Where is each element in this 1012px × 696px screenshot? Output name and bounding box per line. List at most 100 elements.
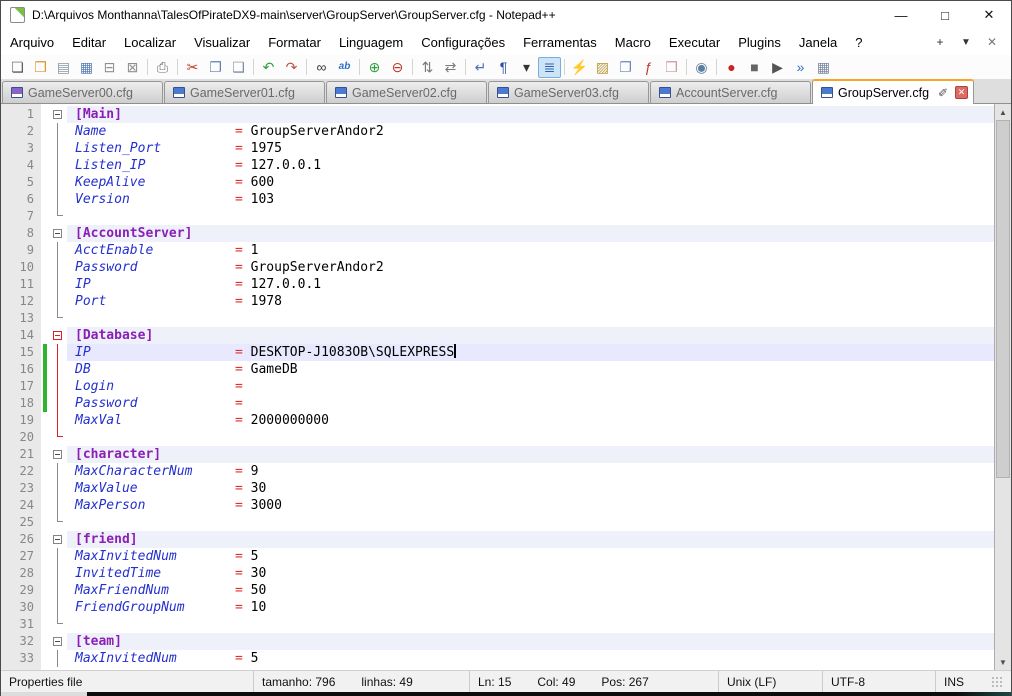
menu-item-plugins[interactable]: Plugins xyxy=(729,29,790,55)
toolbar-button-close[interactable]: ⊟ xyxy=(98,57,121,78)
code-text[interactable]: [Database] xyxy=(67,327,994,344)
code-text[interactable]: Password= xyxy=(67,395,994,412)
menu-item-editar[interactable]: Editar xyxy=(63,29,115,55)
toolbar-button-document-list[interactable]: ❐ xyxy=(614,57,637,78)
toolbar-button-sync-horizontal-scroll[interactable]: ⇄ xyxy=(439,57,462,78)
toolbar-button-indent-guide[interactable]: ≣ xyxy=(538,57,561,78)
menu-item-visualizar[interactable]: Visualizar xyxy=(185,29,259,55)
menu-item-macro[interactable]: Macro xyxy=(606,29,660,55)
toolbar-button-find[interactable]: ∞ xyxy=(310,57,333,78)
scrollbar-thumb[interactable] xyxy=(996,120,1010,478)
maximize-button[interactable]: □ xyxy=(923,1,967,29)
code-text[interactable]: MaxValue= 30 xyxy=(67,480,994,497)
toolbar-button-new-file[interactable]: ❏ xyxy=(6,57,29,78)
tab-list-button[interactable]: ▼ xyxy=(953,37,979,48)
scroll-down-arrow-icon[interactable]: ▼ xyxy=(995,654,1011,670)
fold-collapse-icon[interactable] xyxy=(53,535,62,544)
fold-collapse-icon[interactable] xyxy=(53,229,62,238)
close-document-button[interactable]: ✕ xyxy=(979,35,1005,49)
code-text[interactable]: AcctEnable= 1 xyxy=(67,242,994,259)
tab-gameserver02-cfg[interactable]: GameServer02.cfg xyxy=(326,81,487,103)
fold-collapse-icon[interactable] xyxy=(53,331,62,340)
toolbar-button-show-all-characters[interactable]: ¶ xyxy=(492,57,515,78)
vertical-scrollbar[interactable]: ▲ ▼ xyxy=(994,104,1011,670)
code-text[interactable]: [team] xyxy=(67,633,994,650)
tab-gameserver03-cfg[interactable]: GameServer03.cfg xyxy=(488,81,649,103)
toolbar-button-function-list[interactable]: ƒ xyxy=(637,57,660,78)
toolbar-button-define-language[interactable]: ⚡ xyxy=(568,57,591,78)
code-text[interactable]: Listen_Port= 1975 xyxy=(67,140,994,157)
code-text[interactable] xyxy=(67,208,994,225)
tab-gameserver00-cfg[interactable]: GameServer00.cfg xyxy=(2,81,163,103)
tab-gameserver01-cfg[interactable]: GameServer01.cfg xyxy=(164,81,325,103)
toolbar-button-save-all[interactable]: ▦ xyxy=(75,57,98,78)
menu-item-arquivo[interactable]: Arquivo xyxy=(1,29,63,55)
toolbar-button-show-symbol-dropdown[interactable]: ▾ xyxy=(515,57,538,78)
code-text[interactable]: Port= 1978 xyxy=(67,293,994,310)
toolbar-button-print[interactable]: ⎙ xyxy=(151,57,174,78)
code-text[interactable]: DB= GameDB xyxy=(67,361,994,378)
toolbar-button-zoom-out[interactable]: ⊖ xyxy=(386,57,409,78)
scroll-up-arrow-icon[interactable]: ▲ xyxy=(995,104,1011,120)
fold-collapse-icon[interactable] xyxy=(53,450,62,459)
new-tab-button[interactable]: + xyxy=(927,35,953,49)
toolbar-button-macro-save[interactable]: ▦ xyxy=(812,57,835,78)
toolbar-button-macro-play[interactable]: ▶ xyxy=(766,57,789,78)
code-text[interactable]: [AccountServer] xyxy=(67,225,994,242)
fold-collapse-icon[interactable] xyxy=(53,637,62,646)
code-text[interactable]: [character] xyxy=(67,446,994,463)
toolbar-button-redo[interactable]: ↷ xyxy=(280,57,303,78)
menu-item-formatar[interactable]: Formatar xyxy=(259,29,330,55)
toolbar-button-cut[interactable]: ✂ xyxy=(181,57,204,78)
toolbar-button-copy[interactable]: ❐ xyxy=(204,57,227,78)
code-text[interactable]: Password= GroupServerAndor2 xyxy=(67,259,994,276)
code-text[interactable]: MaxCharacterNum= 9 xyxy=(67,463,994,480)
pin-icon[interactable]: ✐ xyxy=(938,86,948,100)
toolbar-button-replace[interactable]: ab xyxy=(333,57,356,78)
code-text[interactable]: MaxVal= 2000000000 xyxy=(67,412,994,429)
code-text[interactable] xyxy=(67,310,994,327)
toolbar-button-undo[interactable]: ↶ xyxy=(257,57,280,78)
menu-item-localizar[interactable]: Localizar xyxy=(115,29,185,55)
code-text[interactable]: Version= 103 xyxy=(67,191,994,208)
code-text[interactable] xyxy=(67,514,994,531)
tab-close-icon[interactable]: ✕ xyxy=(955,86,968,99)
code-text[interactable]: Listen_IP= 127.0.0.1 xyxy=(67,157,994,174)
code-text[interactable]: Name= GroupServerAndor2 xyxy=(67,123,994,140)
menu-item-executar[interactable]: Executar xyxy=(660,29,729,55)
close-button[interactable]: ✕ xyxy=(967,1,1011,29)
tab-groupserver-cfg[interactable]: GroupServer.cfg✐✕ xyxy=(812,79,974,104)
toolbar-button-document-map[interactable]: ▨ xyxy=(591,57,614,78)
toolbar-button-close-all[interactable]: ⊠ xyxy=(121,57,144,78)
fold-collapse-icon[interactable] xyxy=(53,110,62,119)
toolbar-button-macro-run-multiple[interactable]: » xyxy=(789,57,812,78)
tab-accountserver-cfg[interactable]: AccountServer.cfg xyxy=(650,81,811,103)
toolbar-button-zoom-in[interactable]: ⊕ xyxy=(363,57,386,78)
toolbar-button-macro-record[interactable]: ● xyxy=(720,57,743,78)
menu-item-janela[interactable]: Janela xyxy=(790,29,846,55)
code-text[interactable]: FriendGroupNum= 10 xyxy=(67,599,994,616)
menu-item-linguagem[interactable]: Linguagem xyxy=(330,29,412,55)
code-text[interactable] xyxy=(67,429,994,446)
menu-item-help[interactable]: ? xyxy=(846,29,871,55)
code-text[interactable] xyxy=(67,616,994,633)
code-text[interactable]: MaxInvitedNum= 5 xyxy=(67,650,994,667)
toolbar-button-open-folder[interactable]: ❒ xyxy=(29,57,52,78)
editor[interactable]: 1[Main]2Name= GroupServerAndor23Listen_P… xyxy=(1,104,1011,670)
toolbar-button-macro-stop[interactable]: ■ xyxy=(743,57,766,78)
code-text[interactable]: IP= DESKTOP-J1083OB\SQLEXPRESS xyxy=(67,344,994,361)
code-text[interactable]: InvitedTime= 30 xyxy=(67,565,994,582)
minimize-button[interactable]: — xyxy=(879,1,923,29)
code-text[interactable]: [friend] xyxy=(67,531,994,548)
toolbar-button-sync-vertical-scroll[interactable]: ⇅ xyxy=(416,57,439,78)
toolbar-button-save[interactable]: ▤ xyxy=(52,57,75,78)
menu-item-ferramentas[interactable]: Ferramentas xyxy=(514,29,606,55)
code-text[interactable]: Login= xyxy=(67,378,994,395)
toolbar-button-paste[interactable]: ❑ xyxy=(227,57,250,78)
code-text[interactable]: MaxPerson= 3000 xyxy=(67,497,994,514)
resize-grip[interactable] xyxy=(991,676,1003,688)
toolbar-button-folder-as-workspace[interactable]: ❒ xyxy=(660,57,683,78)
code-text[interactable]: MaxInvitedNum= 5 xyxy=(67,548,994,565)
menu-item-configuracoes[interactable]: Configurações xyxy=(412,29,514,55)
code-text[interactable]: IP= 127.0.0.1 xyxy=(67,276,994,293)
